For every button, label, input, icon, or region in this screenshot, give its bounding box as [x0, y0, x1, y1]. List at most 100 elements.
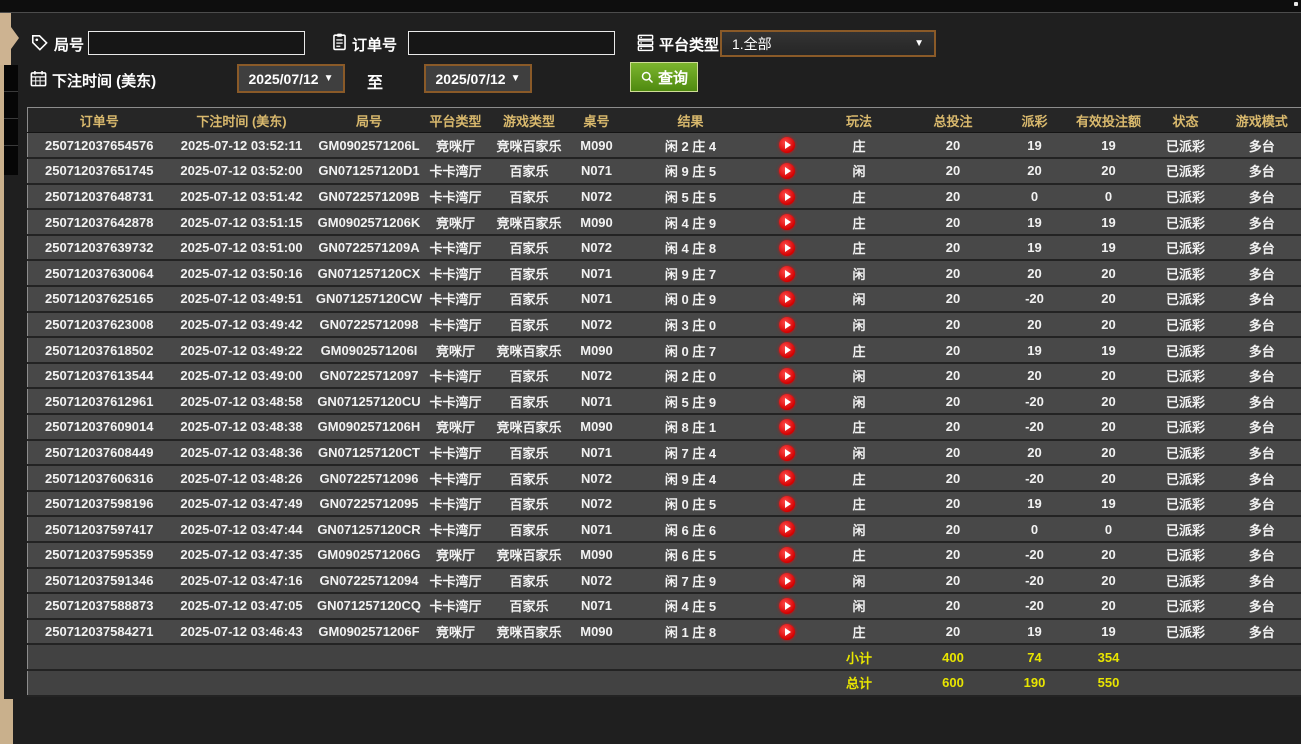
cell-payout: 19 — [1000, 618, 1069, 646]
cell-round-no: GN0722571209A — [312, 234, 426, 262]
replay-play-icon[interactable] — [778, 188, 795, 205]
cell-payout: 19 — [1000, 234, 1069, 262]
cell-game-mode: 多台 — [1222, 465, 1301, 492]
cell-order-no: 250712037625165 — [27, 286, 171, 313]
cell-platform: 竞咪厅 — [425, 618, 486, 646]
cell-play-type: 庄 — [812, 490, 906, 518]
replay-play-icon[interactable] — [778, 598, 795, 615]
cell-replay — [760, 311, 813, 339]
replay-play-icon[interactable] — [778, 239, 795, 256]
bet-records-table: 订单号 下注时间 (美东) 局号 平台类型 游戏类型 桌号 结果 玩法 总投注 派彩 有效投注额 状态… — [27, 107, 1301, 697]
table-header-row: 订单号 下注时间 (美东) 局号 平台类型 游戏类型 桌号 结果 玩法 总投注 派彩 有效投注额 状态… — [27, 107, 1301, 133]
cell-status: 已派彩 — [1148, 209, 1223, 236]
column-header: 下注时间 (美东) — [170, 107, 313, 133]
replay-play-icon[interactable] — [778, 572, 795, 589]
cell-game-type: 百家乐 — [485, 516, 573, 543]
search-icon — [641, 71, 654, 83]
cell-game-mode: 多台 — [1222, 388, 1301, 416]
cell-play-type: 闲 — [812, 593, 906, 620]
cell-table-no: N071 — [572, 260, 621, 288]
cell-table-no: N072 — [572, 183, 621, 211]
cell-round-no: GN071257120CX — [312, 260, 426, 288]
cell-round-no: GM0902571206K — [312, 209, 426, 236]
cell-total-bet: 20 — [905, 286, 1001, 313]
cell-order-no: 250712037613544 — [27, 362, 171, 390]
replay-play-icon[interactable] — [778, 495, 795, 512]
replay-play-icon[interactable] — [778, 137, 795, 154]
cell-valid-bet: 20 — [1068, 260, 1149, 288]
cell-table-no: N071 — [572, 593, 621, 620]
cell-valid-bet: 20 — [1068, 414, 1149, 441]
replay-play-icon[interactable] — [778, 342, 795, 359]
cell-game-type: 百家乐 — [485, 311, 573, 339]
table-row: 250712037618502 2025-07-12 03:49:22 GM09… — [27, 337, 1301, 364]
cell-table-no: M090 — [572, 414, 621, 441]
cell-payout: -20 — [1000, 388, 1069, 416]
cell-game-type: 竞咪百家乐 — [485, 542, 573, 569]
cell-play-type: 庄 — [812, 234, 906, 262]
replay-play-icon[interactable] — [778, 444, 795, 461]
replay-play-icon[interactable] — [778, 265, 795, 282]
date-to-picker[interactable]: 2025/07/12 ▼ — [424, 64, 532, 93]
cell-platform: 竞咪厅 — [425, 414, 486, 441]
replay-play-icon[interactable] — [778, 547, 795, 564]
query-button[interactable]: 查询 — [630, 62, 698, 92]
cell-status: 已派彩 — [1148, 183, 1223, 211]
platform-type-label: 平台类型 — [659, 37, 720, 54]
column-header: 派彩 — [1000, 107, 1069, 133]
cell-replay — [760, 337, 813, 364]
cell-status: 已派彩 — [1148, 388, 1223, 416]
table-row: 250712037623008 2025-07-12 03:49:42 GN07… — [27, 311, 1301, 339]
cell-game-type: 百家乐 — [485, 286, 573, 313]
cell-bet-time: 2025-07-12 03:47:49 — [170, 490, 313, 518]
replay-play-icon[interactable] — [778, 214, 795, 231]
cell-status: 已派彩 — [1148, 618, 1223, 646]
replay-play-icon[interactable] — [778, 623, 795, 640]
cell-round-no: GN07225712096 — [312, 465, 426, 492]
cell-game-type: 百家乐 — [485, 260, 573, 288]
cell-status: 已派彩 — [1148, 593, 1223, 620]
cell-status: 已派彩 — [1148, 567, 1223, 595]
cell-replay — [760, 132, 813, 160]
cell-bet-time: 2025-07-12 03:52:00 — [170, 158, 313, 185]
table-row: 250712037606316 2025-07-12 03:48:26 GN07… — [27, 465, 1301, 492]
table-row: 250712037654576 2025-07-12 03:52:11 GM09… — [27, 132, 1301, 160]
order-number-input[interactable] — [408, 31, 615, 55]
cell-valid-bet: 19 — [1068, 337, 1149, 364]
cell-valid-bet: 20 — [1068, 593, 1149, 620]
replay-play-icon[interactable] — [778, 521, 795, 538]
cell-round-no: GN071257120CW — [312, 286, 426, 313]
cell-total-bet: 20 — [905, 234, 1001, 262]
cell-replay — [760, 465, 813, 492]
replay-play-icon[interactable] — [778, 163, 795, 180]
cell-bet-time: 2025-07-12 03:50:16 — [170, 260, 313, 288]
replay-play-icon[interactable] — [778, 419, 795, 436]
cell-order-no: 250712037584271 — [27, 618, 171, 646]
cell-play-type: 闲 — [812, 311, 906, 339]
cell-game-type: 百家乐 — [485, 183, 573, 211]
column-header: 结果 — [620, 107, 761, 133]
replay-play-icon[interactable] — [778, 291, 795, 308]
date-from-picker[interactable]: 2025/07/12 ▼ — [237, 64, 345, 93]
side-panel-collapse-tab[interactable] — [0, 13, 19, 65]
cell-round-no: GN071257120CQ — [312, 593, 426, 620]
subtotal-payout: 74 — [1000, 644, 1069, 671]
table-row: 250712037588873 2025-07-12 03:47:05 GN07… — [27, 593, 1301, 620]
replay-play-icon[interactable] — [778, 470, 795, 487]
cell-status: 已派彩 — [1148, 158, 1223, 185]
round-number-input[interactable] — [88, 31, 305, 55]
cell-round-no: GN071257120CU — [312, 388, 426, 416]
cell-game-type: 百家乐 — [485, 234, 573, 262]
cell-game-type: 竞咪百家乐 — [485, 337, 573, 364]
replay-play-icon[interactable] — [778, 316, 795, 333]
table-row: 250712037630064 2025-07-12 03:50:16 GN07… — [27, 260, 1301, 288]
cell-total-bet: 20 — [905, 209, 1001, 236]
table-row: 250712037608449 2025-07-12 03:48:36 GN07… — [27, 439, 1301, 467]
cell-round-no: GM0902571206I — [312, 337, 426, 364]
platform-type-select[interactable]: 1.全部 ▼ — [720, 30, 936, 57]
replay-play-icon[interactable] — [778, 367, 795, 384]
table-row: 250712037651745 2025-07-12 03:52:00 GN07… — [27, 158, 1301, 185]
cell-order-no: 250712037630064 — [27, 260, 171, 288]
replay-play-icon[interactable] — [778, 393, 795, 410]
cell-status: 已派彩 — [1148, 234, 1223, 262]
